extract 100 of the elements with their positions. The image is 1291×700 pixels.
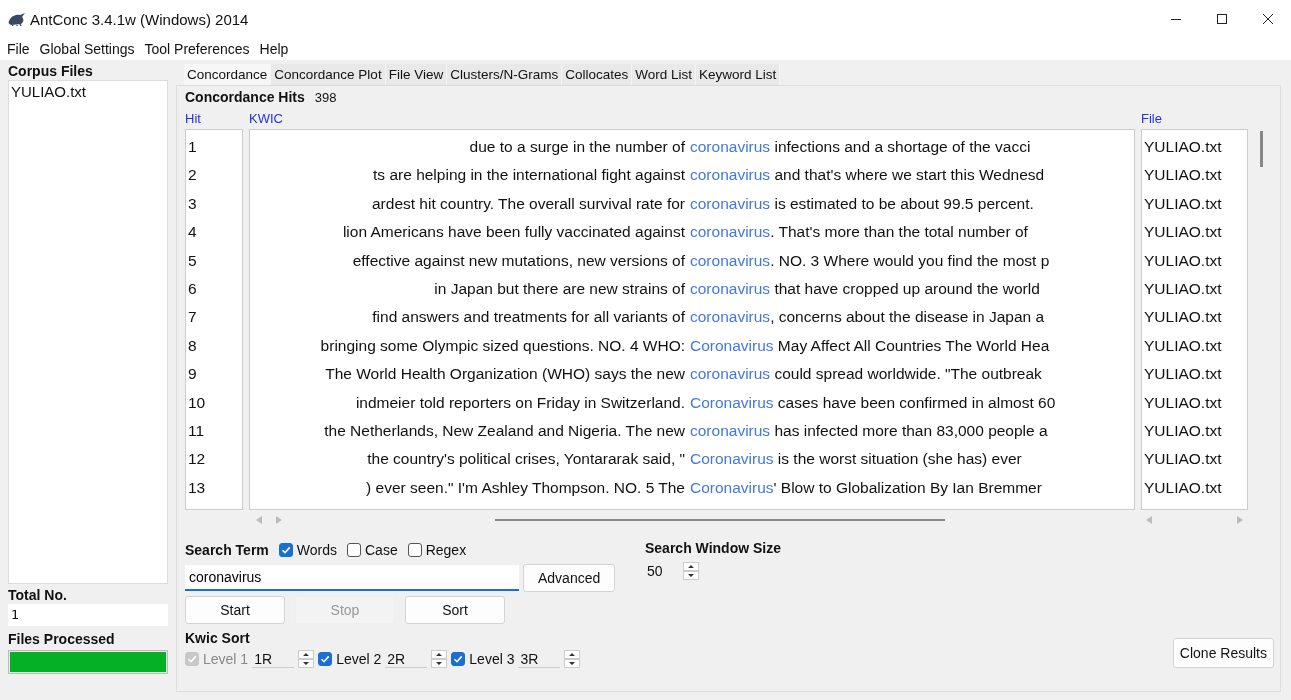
section-label: Files Processed xyxy=(8,630,116,648)
hit-number: 12 xyxy=(187,449,207,470)
menu-item[interactable]: Global Settings xyxy=(34,41,140,57)
spin-buttons[interactable] xyxy=(298,650,315,668)
scroll-left-icon xyxy=(1145,515,1153,525)
search-field[interactable]: coronavirus xyxy=(185,565,519,591)
checkmark-icon xyxy=(452,653,465,665)
left-context: ) ever seen." I'm Ashley Thompson. NO. 5 The xyxy=(365,477,686,498)
keyword[interactable]: coronavirus xyxy=(690,189,771,219)
sort-level-field[interactable]: 3R xyxy=(518,650,561,668)
checkbox-label: Level 2 xyxy=(336,651,382,667)
column-header[interactable]: Hit xyxy=(185,109,243,129)
checkbox[interactable] xyxy=(278,543,293,557)
menu-item[interactable]: Tool Preferences xyxy=(139,41,255,57)
column-header[interactable]: KWIC xyxy=(249,109,1135,129)
keyword[interactable]: Coronavirus xyxy=(690,473,774,503)
ant-icon xyxy=(8,12,26,26)
right-context: . NO. 3 Where would you find the most p xyxy=(770,250,1051,271)
left-context: the country's political crises, Yontararak said, " xyxy=(366,449,686,470)
left-context: lion Americans have been fully vaccinated against xyxy=(341,222,686,243)
right-context: . That's more than the total number of xyxy=(770,222,1029,243)
keyword[interactable]: Coronavirus xyxy=(690,388,774,417)
right-context: and that's where we start this Wednesd xyxy=(773,165,1046,186)
checkbox-label: Words xyxy=(296,542,337,558)
right-context: ' Blow to Globalization By Ian Bremmer xyxy=(773,477,1043,498)
file-name: YULIAO.txt xyxy=(1143,193,1223,214)
checkbox[interactable] xyxy=(347,543,361,557)
file-name: YULIAO.txt xyxy=(1143,364,1223,385)
right-context: is the worst situation (she has) ever xyxy=(776,449,1023,470)
tab[interactable]: Concordance Plot xyxy=(271,64,386,85)
hit-number: 9 xyxy=(187,364,198,385)
tab[interactable]: Concordance xyxy=(184,64,272,85)
file-name: YULIAO.txt xyxy=(1143,278,1223,299)
right-context: infections and a shortage of the vacci xyxy=(773,137,1032,157)
left-context: in Japan but there are new strains of xyxy=(433,278,686,299)
clone-results-button[interactable]: Clone Results xyxy=(1172,638,1274,668)
checkbox[interactable] xyxy=(318,652,333,666)
file-name: YULIAO.txt xyxy=(1143,392,1223,413)
spin-buttons[interactable] xyxy=(564,650,581,668)
file-name: YULIAO.txt xyxy=(1143,137,1223,157)
file-name: YULIAO.txt xyxy=(1143,250,1223,271)
keyword[interactable]: coronavirus xyxy=(690,274,771,304)
advanced-button[interactable]: Advanced xyxy=(523,564,616,592)
file-name: YULIAO.txt xyxy=(1143,449,1223,470)
spin-buttons[interactable] xyxy=(431,650,448,668)
file-name: YULIAO.txt xyxy=(1143,165,1223,186)
action-button[interactable]: Sort xyxy=(405,596,505,624)
right-context: May Affect All Countries The World Hea xyxy=(776,335,1051,356)
checkbox[interactable] xyxy=(451,652,466,666)
keyword[interactable]: coronavirus xyxy=(690,161,771,190)
tab[interactable]: Collocates xyxy=(562,64,633,85)
left-context: bringing some Olympic sized questions. NO. 4 WHO: xyxy=(319,335,686,356)
sort-level-field[interactable]: 2R xyxy=(385,650,428,668)
keyword[interactable]: Coronavirus xyxy=(690,445,774,474)
hit-number: 6 xyxy=(187,278,198,299)
file-name: YULIAO.txt xyxy=(1143,420,1223,441)
keyword[interactable]: Coronavirus xyxy=(690,331,774,361)
checkbox-label: Case xyxy=(365,542,398,558)
hit-number: 5 xyxy=(187,250,198,271)
left-context: The World Health Organization (WHO) says the new xyxy=(324,364,686,385)
scroll-left-icon xyxy=(255,515,263,525)
left-context: ts are helping in the international fight against xyxy=(372,165,686,186)
keyword[interactable]: coronavirus xyxy=(690,416,771,446)
checkmark-icon xyxy=(279,544,292,556)
checkbox[interactable] xyxy=(407,543,422,557)
left-context: find answers and treatments for all variants of xyxy=(371,307,686,328)
action-button[interactable]: Start xyxy=(185,596,285,624)
checkbox-label: Level 3 xyxy=(469,651,515,667)
file-name: YULIAO.txt xyxy=(1143,477,1223,498)
left-context: effective against new mutations, new versions of xyxy=(351,250,686,271)
tab[interactable]: Keyword List xyxy=(696,64,781,85)
checkbox-label: Level 1 xyxy=(203,651,249,667)
tab[interactable]: File View xyxy=(385,64,448,85)
hit-number: 13 xyxy=(187,477,207,498)
hit-number: 10 xyxy=(187,392,207,413)
close-icon xyxy=(1262,13,1274,25)
hit-number: 3 xyxy=(187,193,198,214)
file-name: YULIAO.txt xyxy=(1143,307,1223,328)
checkbox-label: Regex xyxy=(425,542,467,558)
tab[interactable]: Word List xyxy=(632,64,696,85)
right-context: , concerns about the disease in Japan a xyxy=(770,307,1046,328)
hit-number: 8 xyxy=(187,335,198,356)
menu-item[interactable]: File xyxy=(2,41,35,57)
checkmark-icon xyxy=(319,653,332,665)
window-title: AntConc 3.4.1w (Windows) 2014 xyxy=(30,10,249,28)
spin-buttons[interactable] xyxy=(683,562,699,580)
hit-number: 1 xyxy=(187,137,198,157)
section-label: Corpus Files xyxy=(8,62,94,80)
right-context: could spread worldwide. "The outbreak xyxy=(773,364,1043,385)
column-header[interactable]: File xyxy=(1141,109,1248,129)
right-context: has infected more than 83,000 people a xyxy=(773,420,1049,441)
keyword[interactable]: coronavirus xyxy=(690,133,771,162)
file-name: YULIAO.txt xyxy=(1143,335,1223,356)
window-size-field[interactable]: 50 xyxy=(645,563,669,579)
hit-number: 7 xyxy=(187,307,198,328)
keyword[interactable]: coronavirus xyxy=(690,360,771,389)
scroll-right-icon xyxy=(275,515,283,525)
tab[interactable]: Clusters/N-Grams xyxy=(447,64,563,85)
file-list-item[interactable]: YULIAO.txt xyxy=(11,83,165,100)
menu-item[interactable]: Help xyxy=(254,41,294,57)
